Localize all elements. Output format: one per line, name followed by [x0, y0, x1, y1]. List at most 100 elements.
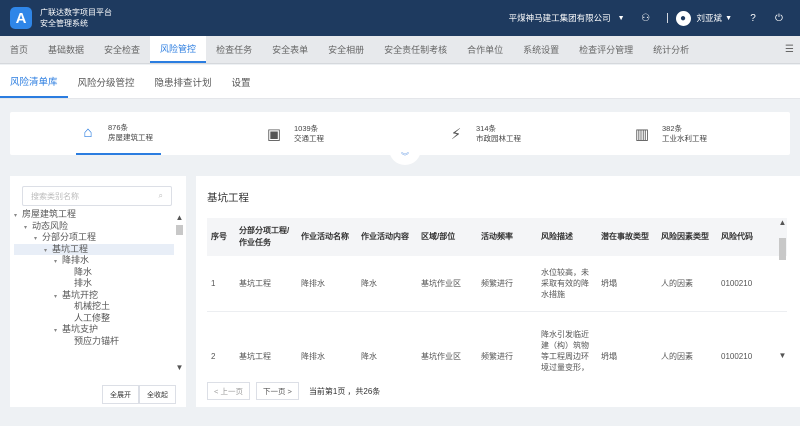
power-icon[interactable]: ⏻: [772, 13, 786, 24]
nav-item-home[interactable]: 首页: [0, 36, 38, 63]
content-panel: 基坑工程 序号 分部分项工程/作业任务 作业活动名称 作业活动内容 区域/部位 …: [196, 176, 800, 407]
app-logo[interactable]: A: [10, 7, 32, 29]
category-building[interactable]: ⌂ 876条 房屋建筑工程: [76, 112, 161, 155]
nav-item-responsibility[interactable]: 安全责任制考核: [374, 36, 457, 63]
tree-node[interactable]: ▾ 动态风险: [14, 221, 174, 233]
nav-item-settings[interactable]: 系统设置: [513, 36, 569, 63]
column-header[interactable]: 分部分项工程/作业任务: [235, 218, 297, 256]
scroll-up-icon[interactable]: ▲: [175, 213, 184, 223]
scroll-thumb[interactable]: [779, 238, 786, 260]
table-row[interactable]: 1 基坑工程 降排水 降水 基坑作业区 频繁进行 水位较高，未采取有效的降水措施…: [207, 256, 787, 312]
tree-node-label: 排水: [74, 278, 93, 288]
tree-node-label: 基坑开挖: [62, 289, 99, 300]
tree-node[interactable]: 预应力锚杆: [14, 336, 174, 348]
total-count-text: ，共26条: [347, 386, 381, 396]
tree-toggle-icon[interactable]: ▾: [14, 211, 22, 223]
top-header: A 广联达数字项目平台 安全管理系统 平煤神马建工集团有限公司 ▼ ⚇ ● 刘亚…: [0, 0, 800, 36]
column-header[interactable]: 区域/部位: [417, 218, 477, 256]
nav-item-check-task[interactable]: 检查任务: [206, 36, 262, 63]
category-count: 314条: [476, 123, 497, 133]
user-name[interactable]: 刘亚斌: [697, 12, 723, 24]
tree-toggle-icon[interactable]: ▾: [54, 292, 62, 304]
nav-item-basic-data[interactable]: 基础数据: [38, 36, 94, 63]
column-header[interactable]: 风险因素类型: [657, 218, 717, 256]
tab-risk-grading[interactable]: 风险分级管控: [68, 65, 145, 98]
scroll-down-icon[interactable]: ▼: [175, 363, 184, 373]
scroll-thumb[interactable]: [176, 225, 183, 235]
table-cell: 1: [207, 256, 235, 312]
column-header[interactable]: 风险描述: [537, 218, 597, 256]
tree-scrollbar[interactable]: ▲ ▼: [175, 213, 184, 373]
tree-node[interactable]: ▾ 分部分项工程: [14, 232, 174, 244]
next-page-button[interactable]: 下一页 >: [255, 382, 299, 400]
tree-actions: 全展开 全收起: [102, 385, 176, 404]
help-icon[interactable]: ?: [746, 13, 760, 24]
nav-item-safety-form[interactable]: 安全表单: [262, 36, 318, 63]
tree-node-label: 基坑工程: [52, 243, 89, 254]
column-header[interactable]: 作业活动名称: [297, 218, 357, 256]
table-cell: 人的因素: [657, 311, 717, 373]
nav-item-risk-control[interactable]: 风险管控: [150, 36, 207, 63]
chevron-down-icon[interactable]: ▼: [725, 15, 732, 22]
table-scrollbar[interactable]: ▲ ▼: [778, 218, 787, 373]
tab-hazard-plan[interactable]: 隐患排查计划: [145, 65, 222, 98]
category-traffic[interactable]: ▣ 1039条 交通工程: [262, 112, 342, 155]
table-cell: 基坑工程: [235, 256, 297, 312]
scroll-up-icon[interactable]: ▲: [778, 218, 787, 228]
expand-chevron-icon[interactable]: ︾: [389, 147, 421, 165]
tree-toggle-icon[interactable]: ▾: [54, 257, 62, 269]
nav-item-safety-album[interactable]: 安全相册: [318, 36, 374, 63]
tree-node[interactable]: 降水: [14, 267, 174, 279]
category-tree-panel: 搜索类别名称 ⌕ ▾ 房屋建筑工程 ▾ 动态风险 ▾ 分部分项工程 ▾ 基坑工程 ▾ 降排…: [10, 176, 186, 407]
category-industrial[interactable]: ▥ 382条 工业水利工程: [630, 112, 720, 155]
company-selector[interactable]: 平煤神马建工集团有限公司: [509, 12, 611, 24]
column-header[interactable]: 活动频率: [477, 218, 537, 256]
tree-toggle-icon[interactable]: ▾: [54, 326, 62, 338]
tree-node[interactable]: 人工修整: [14, 313, 174, 325]
avatar-icon[interactable]: ●: [675, 10, 691, 26]
tree-node-label: 降水: [74, 266, 93, 277]
tree-toggle-icon[interactable]: ▾: [24, 223, 32, 235]
search-placeholder: 搜索类别名称: [31, 191, 79, 201]
tree-node[interactable]: ▾ 降排水: [14, 255, 174, 267]
prev-page-button[interactable]: < 上一页: [207, 382, 250, 400]
tree-node[interactable]: 机械挖土: [14, 301, 174, 313]
nav-item-statistics[interactable]: 统计分析: [643, 36, 699, 63]
tree-node[interactable]: ▾ 基坑开挖: [14, 290, 174, 302]
tree-toggle-icon[interactable]: ▾: [34, 234, 42, 246]
column-header[interactable]: 风险代码: [717, 218, 787, 256]
table-cell: 降排水: [297, 256, 357, 312]
tab-risk-list[interactable]: 风险清单库: [0, 65, 68, 98]
tree-node[interactable]: ▾ 房屋建筑工程: [14, 209, 174, 221]
risk-table-wrap: 序号 分部分项工程/作业任务 作业活动名称 作业活动内容 区域/部位 活动频率 …: [207, 218, 787, 373]
user-group-icon[interactable]: ⚇: [639, 13, 653, 24]
column-header[interactable]: 作业活动内容: [357, 218, 417, 256]
tree-toggle-icon[interactable]: ▾: [44, 246, 52, 258]
tree-node[interactable]: ▾ 基坑支护: [14, 324, 174, 336]
collapse-all-button[interactable]: 全收起: [139, 385, 176, 404]
table-cell: 0100210: [717, 256, 787, 312]
column-header[interactable]: 序号: [207, 218, 235, 256]
table-row[interactable]: 2 基坑工程 降排水 降水 基坑作业区 频繁进行 降水引发临近建（构）筑物等工程…: [207, 311, 787, 373]
tree-search-input[interactable]: 搜索类别名称 ⌕: [22, 186, 172, 206]
app-title: 广联达数字项目平台 安全管理系统: [40, 7, 112, 29]
search-icon[interactable]: ⌕: [159, 191, 163, 201]
tree-node[interactable]: 排水: [14, 278, 174, 290]
expand-all-button[interactable]: 全展开: [102, 385, 139, 404]
tab-settings[interactable]: 设置: [222, 65, 261, 98]
chevron-down-icon[interactable]: ▼: [618, 15, 625, 22]
category-name: 交通工程: [294, 133, 324, 143]
nav-item-partners[interactable]: 合作单位: [457, 36, 513, 63]
table-cell: 基坑作业区: [417, 311, 477, 373]
scroll-down-icon[interactable]: ▼: [778, 351, 787, 361]
nav-item-safety-check[interactable]: 安全检查: [94, 36, 150, 63]
menu-grid-icon[interactable]: ☰: [785, 44, 794, 55]
table-cell: 坍塌: [597, 256, 657, 312]
nav-item-scoring[interactable]: 检查评分管理: [569, 36, 643, 63]
column-header[interactable]: 潜在事故类型: [597, 218, 657, 256]
header-right: 平煤神马建工集团有限公司 ▼ ⚇ ● 刘亚斌 ▼ ? ⏻: [509, 0, 792, 36]
tree-node-label: 机械挖土: [74, 301, 111, 311]
tree-node-label: 预应力锚杆: [74, 335, 120, 346]
category-municipal[interactable]: ⚡ 314条 市政园林工程: [444, 112, 534, 155]
tree-node-label: 动态风险: [32, 220, 69, 231]
